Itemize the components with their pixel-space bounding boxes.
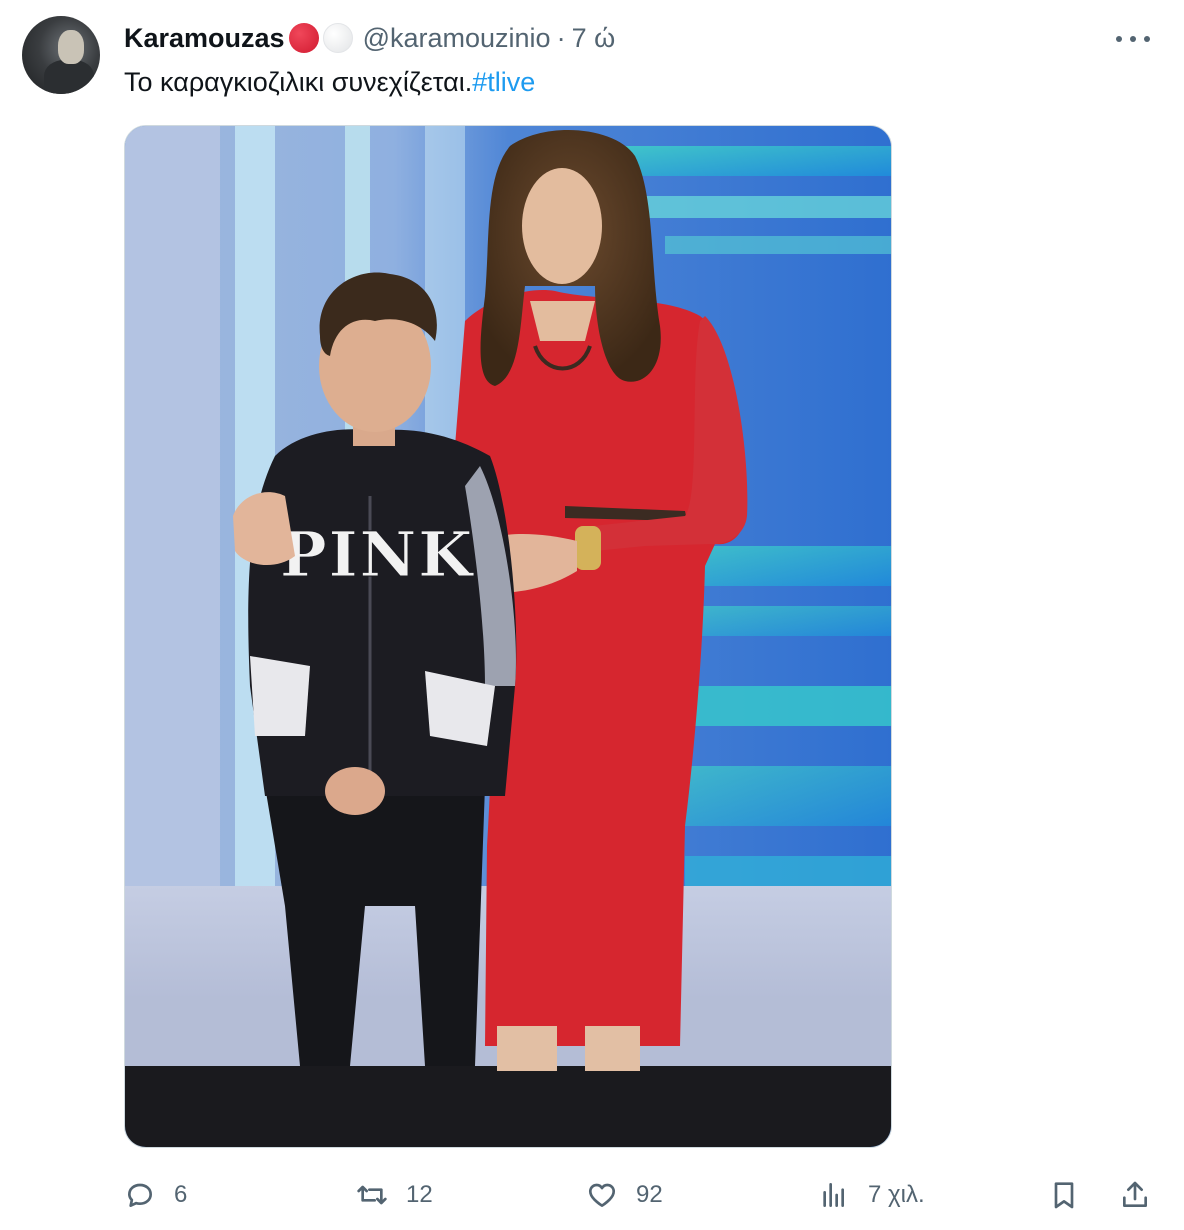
tweet-photo[interactable]: PINK (124, 125, 892, 1148)
red-circle-emoji (288, 23, 319, 53)
retweet-icon (357, 1185, 387, 1205)
share-icon (1123, 1181, 1147, 1207)
separator-dot: · (556, 22, 566, 53)
hashtag-link[interactable]: #tlive (472, 67, 535, 97)
tweet-text: Το καραγκιοζιλικι συνεχίζεται.#tlive (124, 64, 535, 100)
like-count: 92 (636, 1181, 663, 1208)
white-circle-emoji (322, 23, 353, 53)
views-count: 7 χιλ. (868, 1181, 925, 1208)
display-name[interactable]: Karamouzas (124, 23, 285, 54)
reply-button[interactable]: 6 (124, 1170, 187, 1220)
tweet-body: Το καραγκιοζιλικι συνεχίζεται. (124, 67, 473, 97)
more-horizontal-icon[interactable] (1116, 34, 1150, 44)
like-button[interactable]: 92 (586, 1170, 663, 1220)
tweet-header: Karamouzas @karamouzinio · 7 ώ (124, 19, 615, 57)
retweet-button[interactable]: 12 (356, 1170, 433, 1220)
analytics-icon (823, 1183, 844, 1207)
heart-icon (588, 1183, 616, 1207)
avatar[interactable] (22, 16, 100, 94)
reply-icon (128, 1183, 152, 1207)
user-handle[interactable]: @karamouzinio (363, 23, 551, 54)
bookmark-button[interactable] (1048, 1170, 1080, 1220)
bookmark-icon (1054, 1182, 1074, 1209)
retweet-count: 12 (406, 1181, 433, 1208)
timestamp[interactable]: 7 ώ (572, 23, 616, 54)
reply-count: 6 (174, 1181, 188, 1208)
share-button[interactable] (1119, 1170, 1151, 1220)
views-button[interactable]: 7 χιλ. (818, 1170, 925, 1220)
hoodie-print: PINK (280, 518, 474, 591)
tweet-actions: 6 12 92 7 χιλ. (124, 1170, 1164, 1220)
